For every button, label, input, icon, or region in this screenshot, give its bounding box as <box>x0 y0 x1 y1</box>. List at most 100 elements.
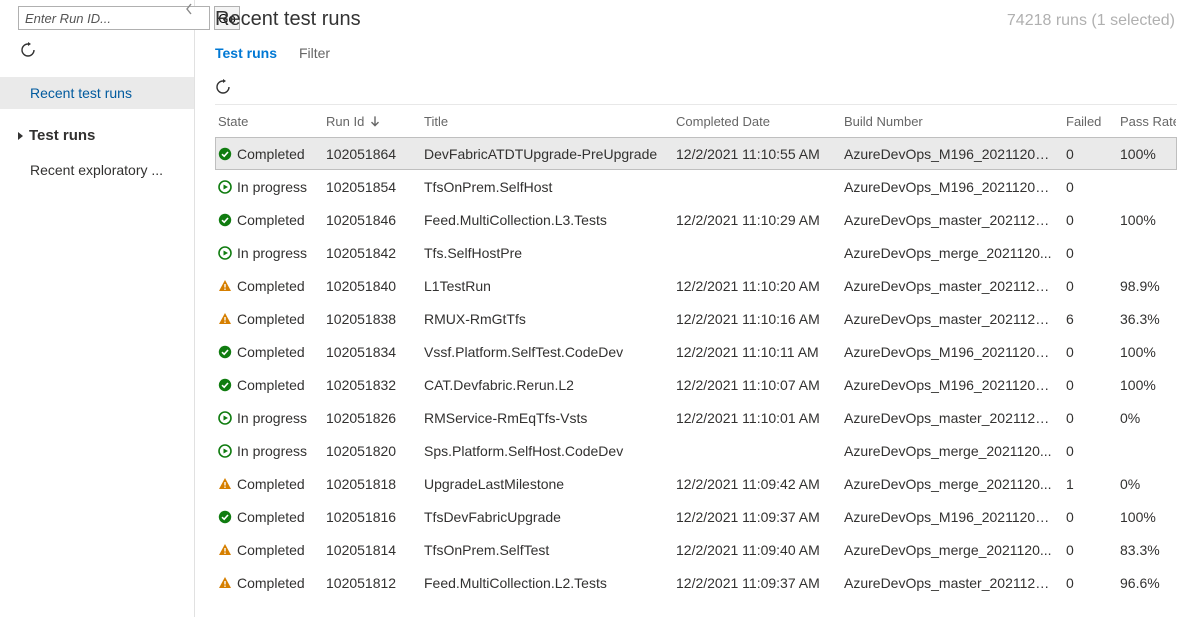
title-cell: RMService-RmEqTfs-Vsts <box>418 410 670 426</box>
build-number-cell: AzureDevOps_merge_2021120... <box>838 542 1060 558</box>
build-number-cell: AzureDevOps_merge_2021120... <box>838 476 1060 492</box>
pass-rate-cell: 100% <box>1114 377 1176 393</box>
table-row[interactable]: Completed102051838RMUX-RmGtTfs12/2/2021 … <box>215 302 1177 335</box>
run-id-cell: 102051838 <box>320 311 418 327</box>
build-number-cell: AzureDevOps_M196_20211202.5 <box>838 377 1060 393</box>
warning-icon <box>218 279 232 293</box>
build-number-cell: AzureDevOps_merge_2021120... <box>838 245 1060 261</box>
run-id-search-input[interactable] <box>18 6 210 30</box>
table-row[interactable]: In progress102051854TfsOnPrem.SelfHostAz… <box>215 170 1177 203</box>
state-text: Completed <box>237 146 305 162</box>
tab-filter[interactable]: Filter <box>299 45 330 65</box>
pass-rate-cell: 100% <box>1114 344 1176 360</box>
run-id-cell: 102051818 <box>320 476 418 492</box>
sidebar-item-recent-test-runs[interactable]: Recent test runs <box>0 77 194 109</box>
completed-date-cell: 12/2/2021 11:09:37 AM <box>670 575 838 591</box>
in-progress-icon <box>218 411 232 425</box>
col-build-number[interactable]: Build Number <box>838 114 1060 129</box>
failed-cell: 0 <box>1060 575 1114 591</box>
table-row[interactable]: Completed102051832CAT.Devfabric.Rerun.L2… <box>215 368 1177 401</box>
table-row[interactable]: Completed102051814TfsOnPrem.SelfTest12/2… <box>215 533 1177 566</box>
state-text: Completed <box>237 476 305 492</box>
col-run-id[interactable]: Run Id <box>320 114 418 129</box>
table-row[interactable]: Completed102051864DevFabricATDTUpgrade-P… <box>215 137 1177 170</box>
pass-rate-cell: 98.9% <box>1114 278 1176 294</box>
state-text: In progress <box>237 179 307 195</box>
success-check-icon <box>218 378 232 392</box>
table-row[interactable]: In progress 102051826RMService-RmEqTfs-Vs… <box>215 401 1177 434</box>
tab-test-runs[interactable]: Test runs <box>215 45 277 65</box>
title-cell: UpgradeLastMilestone <box>418 476 670 492</box>
table-row[interactable]: Completed102051846Feed.MultiCollection.L… <box>215 203 1177 236</box>
title-cell: RMUX-RmGtTfs <box>418 311 670 327</box>
warning-icon <box>218 543 232 557</box>
state-text: Completed <box>237 278 305 294</box>
pass-rate-cell: 100% <box>1114 212 1176 228</box>
title-cell: Vssf.Platform.SelfTest.CodeDev <box>418 344 670 360</box>
pass-rate-cell: 96.6% <box>1114 575 1176 591</box>
completed-date-cell: 12/2/2021 11:10:16 AM <box>670 311 838 327</box>
sidebar-collapse-handle[interactable] <box>185 2 195 16</box>
expand-triangle-icon <box>18 132 23 140</box>
table-row[interactable]: In progress102051820Sps.Platform.SelfHos… <box>215 434 1177 467</box>
col-pass-rate[interactable]: Pass Rate <box>1114 114 1176 129</box>
in-progress-icon <box>218 180 232 194</box>
warning-icon <box>218 312 232 326</box>
run-id-cell: 102051842 <box>320 245 418 261</box>
title-cell: TfsDevFabricUpgrade <box>418 509 670 525</box>
col-failed[interactable]: Failed <box>1060 114 1114 129</box>
table-row[interactable]: Completed102051840L1TestRun12/2/2021 11:… <box>215 269 1177 302</box>
completed-date-cell: 12/2/2021 11:10:55 AM <box>670 146 838 162</box>
col-state[interactable]: State <box>216 114 320 129</box>
completed-date-cell: 12/2/2021 11:10:11 AM <box>670 344 838 360</box>
state-text: Completed <box>237 377 305 393</box>
pass-rate-cell: 36.3% <box>1114 311 1176 327</box>
title-cell: L1TestRun <box>418 278 670 294</box>
failed-cell: 0 <box>1060 344 1114 360</box>
col-title[interactable]: Title <box>418 114 670 129</box>
sidebar-item-recent-exploratory[interactable]: Recent exploratory ... <box>0 152 194 186</box>
sidebar-section-test-runs[interactable]: Test runs <box>0 109 194 152</box>
completed-date-cell: 12/2/2021 11:10:01 AM <box>670 410 838 426</box>
sidebar-section-label: Test runs <box>29 127 95 144</box>
title-cell: Feed.MultiCollection.L2.Tests <box>418 575 670 591</box>
pass-rate-cell: 0% <box>1114 476 1176 492</box>
sidebar-refresh-button[interactable] <box>0 36 32 77</box>
table-header-row: State Run Id Title Completed Date Build … <box>215 105 1177 137</box>
sidebar: Go Recent test runs Test runs Recent exp… <box>0 0 195 617</box>
title-cell: Feed.MultiCollection.L3.Tests <box>418 212 670 228</box>
run-id-cell: 102051816 <box>320 509 418 525</box>
table-row[interactable]: In progress102051842Tfs.SelfHostPreAzure… <box>215 236 1177 269</box>
table-row[interactable]: Completed102051818UpgradeLastMilestone12… <box>215 467 1177 500</box>
run-id-cell: 102051826 <box>320 410 418 426</box>
build-number-cell: AzureDevOps_M196_20211202.5 <box>838 509 1060 525</box>
build-number-cell: AzureDevOps_master_2021120... <box>838 311 1060 327</box>
title-cell: CAT.Devfabric.Rerun.L2 <box>418 377 670 393</box>
failed-cell: 0 <box>1060 377 1114 393</box>
success-check-icon <box>218 213 232 227</box>
run-id-cell: 102051840 <box>320 278 418 294</box>
success-check-icon <box>218 510 232 524</box>
table-row[interactable]: Completed102051812Feed.MultiCollection.L… <box>215 566 1177 599</box>
warning-icon <box>218 477 232 491</box>
state-text: Completed <box>237 344 305 360</box>
state-text: In progress <box>237 443 307 459</box>
state-text: Completed <box>237 542 305 558</box>
in-progress-icon <box>218 246 232 260</box>
col-completed-date[interactable]: Completed Date <box>670 114 838 129</box>
build-number-cell: AzureDevOps_master_2021120... <box>838 278 1060 294</box>
table-row[interactable]: Completed102051834Vssf.Platform.SelfTest… <box>215 335 1177 368</box>
title-cell: DevFabricATDTUpgrade-PreUpgrade <box>418 146 670 162</box>
failed-cell: 6 <box>1060 311 1114 327</box>
main-refresh-button[interactable] <box>215 79 237 98</box>
table-row[interactable]: Completed102051816TfsDevFabricUpgrade12/… <box>215 500 1177 533</box>
pass-rate-cell: 100% <box>1114 509 1176 525</box>
runs-count-label: 74218 runs (1 selected) <box>1007 12 1175 30</box>
state-text: In progress <box>237 410 307 426</box>
build-number-cell: AzureDevOps_master_2021120... <box>838 212 1060 228</box>
failed-cell: 0 <box>1060 443 1114 459</box>
main-content: Recent test runs 74218 runs (1 selected)… <box>195 0 1180 617</box>
completed-date-cell: 12/2/2021 11:10:29 AM <box>670 212 838 228</box>
failed-cell: 0 <box>1060 278 1114 294</box>
pass-rate-cell: 100% <box>1114 146 1176 162</box>
